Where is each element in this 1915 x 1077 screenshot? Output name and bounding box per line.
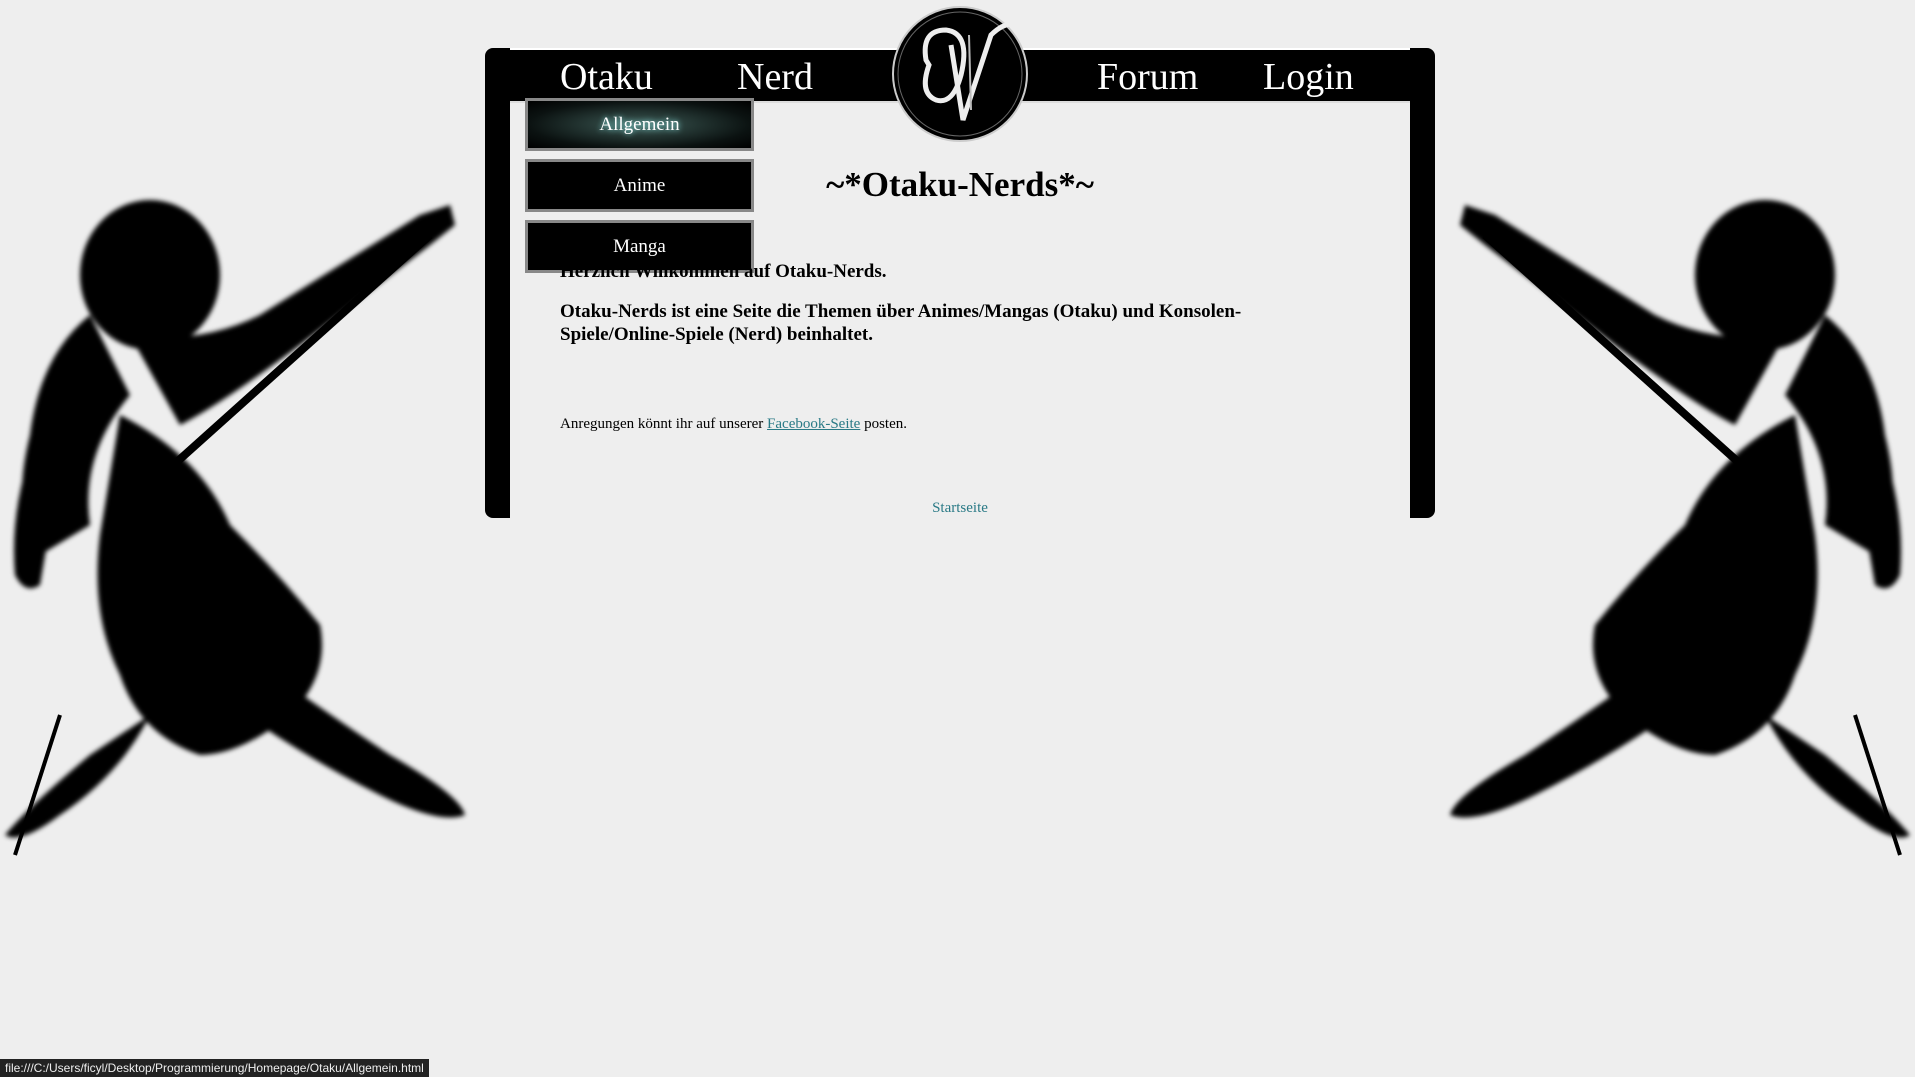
suggestion-prefix: Anregungen könnt ihr auf unserer bbox=[560, 416, 768, 432]
nav-login[interactable]: Login bbox=[1263, 52, 1354, 102]
nav-nerd[interactable]: Nerd bbox=[737, 52, 813, 102]
nav-forum[interactable]: Forum bbox=[1097, 52, 1198, 102]
startseite-link[interactable]: Startseite bbox=[900, 500, 1020, 517]
anime-girl-silhouette-right bbox=[1450, 200, 1910, 856]
facebook-link[interactable]: Facebook-Seite bbox=[767, 416, 860, 432]
suggestion-suffix: posten. bbox=[860, 416, 908, 432]
description-text: Otaku-Nerds ist eine Seite die Themen üb… bbox=[560, 301, 1242, 345]
suggestion-text: Anregungen könnt ihr auf unserer Faceboo… bbox=[560, 416, 907, 433]
otaku-dropdown-menu: Allgemein Anime Manga bbox=[525, 98, 754, 281]
page-title: ~*Otaku-Nerds*~ bbox=[826, 165, 1094, 204]
logo-icon[interactable] bbox=[891, 5, 1029, 143]
welcome-text: Herzlich Willkommen auf Otaku-Nerds. bbox=[560, 261, 887, 282]
dropdown-item-anime[interactable]: Anime bbox=[525, 159, 754, 212]
nav-otaku[interactable]: Otaku bbox=[560, 52, 653, 102]
dropdown-item-allgemein[interactable]: Allgemein bbox=[525, 98, 754, 151]
page: Otaku Nerd Forum Login Allgemein Anime M… bbox=[0, 0, 1915, 1077]
status-bar-url: file:///C:/Users/ficyl/Desktop/Programmi… bbox=[0, 1059, 429, 1077]
anime-girl-silhouette-left bbox=[5, 200, 465, 856]
